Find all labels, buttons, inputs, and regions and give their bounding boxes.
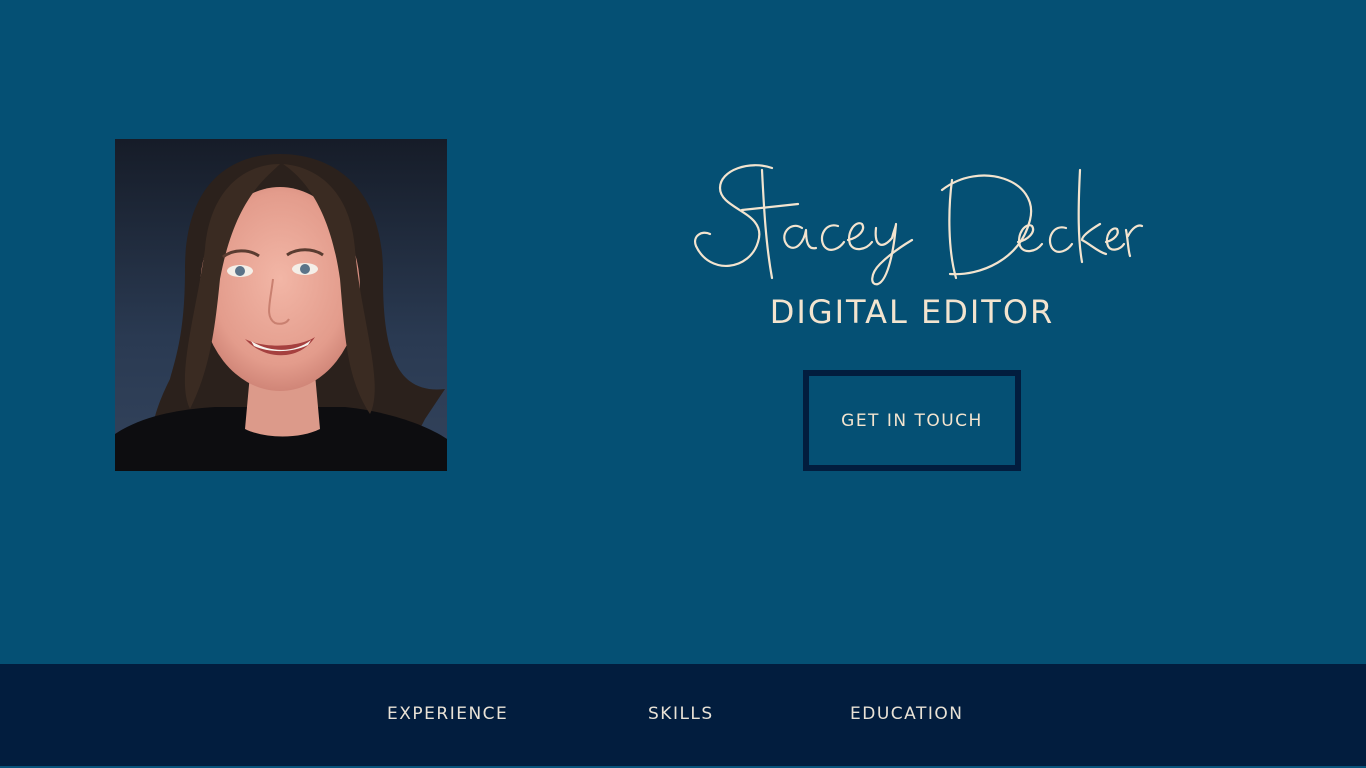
profile-photo <box>115 139 447 471</box>
hero-section: Stacey Decker <box>0 0 1366 664</box>
name-signature: Stacey Decker <box>680 150 1144 290</box>
nav-link-education[interactable]: EDUCATION <box>850 702 963 726</box>
nav-link-experience[interactable]: EXPERIENCE <box>387 702 508 726</box>
job-title: DIGITAL EDITOR <box>769 293 1055 331</box>
signature-graphic <box>694 164 1144 286</box>
get-in-touch-label: GET IN TOUCH <box>841 410 983 431</box>
nav-link-skills[interactable]: SKILLS <box>648 702 714 726</box>
get-in-touch-button[interactable]: GET IN TOUCH <box>803 370 1021 471</box>
footer-nav: EXPERIENCE SKILLS EDUCATION <box>0 664 1366 768</box>
